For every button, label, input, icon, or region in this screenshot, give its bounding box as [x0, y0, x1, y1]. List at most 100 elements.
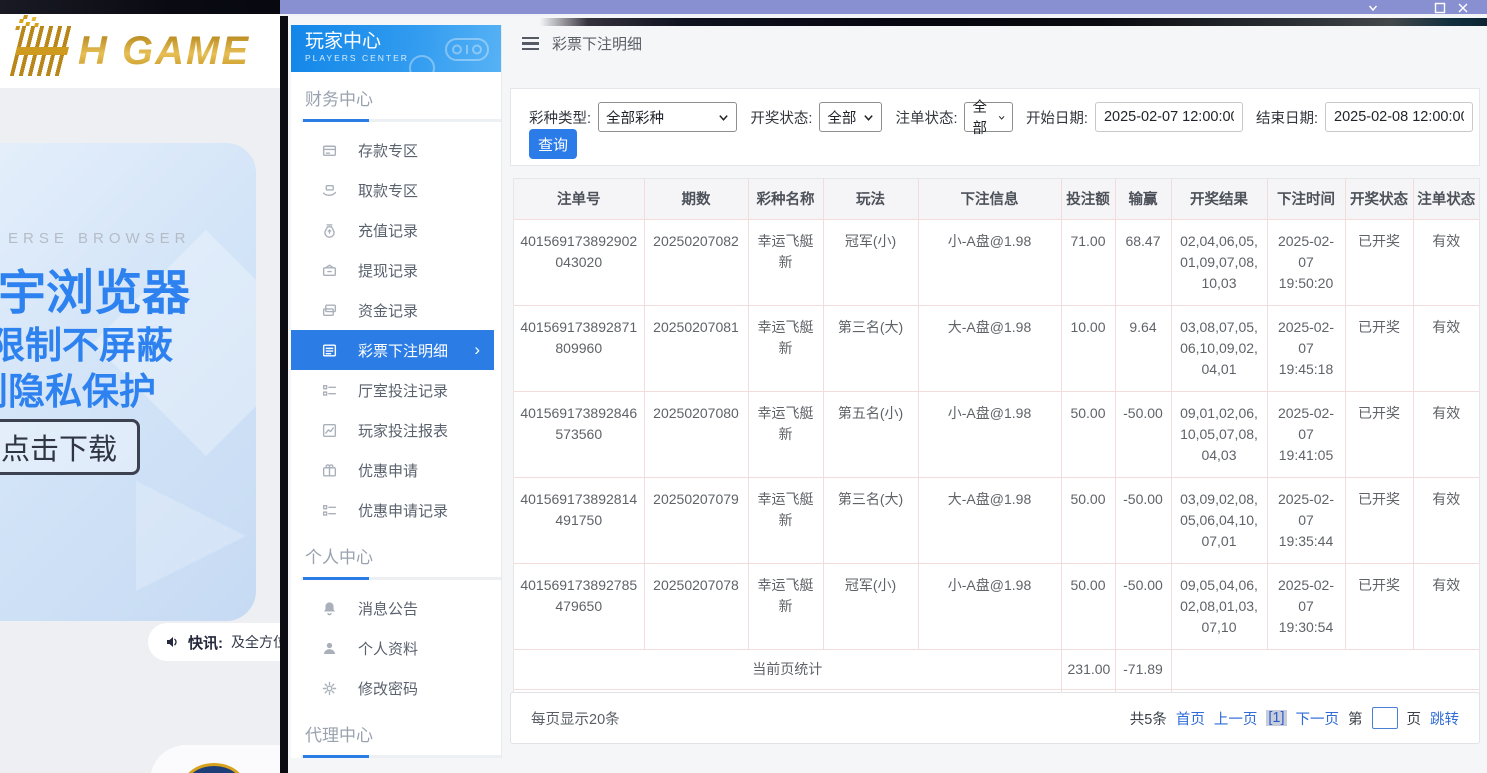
section-underline	[301, 755, 501, 758]
page-stats-label: 当前页统计	[514, 648, 1062, 690]
table-cell: 401569173892785479650	[514, 562, 645, 650]
sidebar-section: 个人中心消息公告个人资料修改密码	[291, 530, 501, 708]
page-stats-bet-total: 231.00	[1060, 648, 1116, 690]
table-cell: 已开奖	[1344, 218, 1414, 306]
table-cell: 已开奖	[1344, 562, 1414, 650]
sidebar-item-label: 优惠申请记录	[358, 502, 449, 520]
lottery-type-select[interactable]: 全部彩种	[598, 102, 738, 132]
table-cell: 20250207079	[643, 476, 749, 564]
table-row[interactable]: 401569173892902043020 20250207082 幸运飞艇新 冠军(…	[514, 218, 1479, 306]
column-header: 彩种名称	[747, 179, 824, 220]
table-cell: 大-A盘@1.98	[917, 304, 1062, 392]
records-icon	[321, 502, 338, 519]
withdraw-icon	[321, 262, 338, 279]
table-row[interactable]: 401569173892814491750 20250207079 幸运飞艇新 第三名…	[514, 476, 1479, 564]
table-cell: 有效	[1412, 304, 1479, 392]
pagination-controls: 共5条 首页 上一页 [1] 下一页 第 页 跳转	[1130, 707, 1459, 729]
column-header: 下注时间	[1266, 179, 1346, 220]
table-cell: 第三名(大)	[822, 476, 919, 564]
sidebar-item-label: 取款专区	[358, 182, 419, 200]
left-body: ERSE BROWSER 宇浏览器 限制不屏蔽 别隐私保护 点击下载 快讯: 及…	[0, 88, 280, 773]
table-cell: 大-A盘@1.98	[917, 476, 1062, 564]
table-cell: 68.47	[1114, 218, 1172, 306]
speaker-icon	[164, 634, 180, 650]
first-page-link[interactable]: 首页	[1176, 708, 1205, 729]
table-cell: 401569173892902043020	[514, 218, 645, 306]
next-page-link[interactable]: 下一页	[1296, 708, 1340, 729]
download-button[interactable]: 点击下载	[0, 419, 140, 475]
sidebar-item-deposit-zone[interactable]: 存款专区	[291, 130, 501, 170]
table-cell: 2025-02-07 19:45:18	[1266, 304, 1346, 392]
prev-page-link[interactable]: 上一页	[1214, 708, 1258, 729]
table-cell: 已开奖	[1344, 476, 1414, 564]
funds-icon	[321, 302, 338, 319]
table-cell: 幸运飞艇新	[747, 562, 824, 650]
column-header: 期数	[643, 179, 749, 220]
ad-subline-2: 别隐私保护	[0, 371, 156, 412]
moneybag-icon	[321, 222, 338, 239]
start-date-label: 开始日期:	[1025, 110, 1088, 127]
page-stats-empty	[1170, 648, 1479, 690]
table-cell: 401569173892871809960	[514, 304, 645, 392]
sidebar-section-title: 代理中心	[305, 726, 373, 745]
sidebar-item-funds-records[interactable]: 资金记录	[291, 290, 501, 330]
order-status-select[interactable]: 全部	[964, 100, 1013, 137]
table-cell: 冠军(小)	[822, 218, 919, 306]
table-cell: 幸运飞艇新	[747, 390, 824, 478]
sidebar-header: 玩家中心 PLAYERS CENTER	[291, 25, 501, 72]
sidebar-item-withdraw-records[interactable]: 提现记录	[291, 250, 501, 290]
start-date-input[interactable]	[1094, 102, 1243, 132]
sidebar-item-label: 个人资料	[358, 640, 419, 658]
sidebar-item-profile[interactable]: 个人资料	[291, 628, 501, 668]
table-row[interactable]: 401569173892785479650 20250207078 幸运飞艇新 冠军(…	[514, 562, 1479, 650]
end-date-input[interactable]	[1325, 102, 1473, 132]
table-row[interactable]: 401569173892846573560 20250207080 幸运飞艇新 第五名…	[514, 390, 1479, 478]
content-titlebar: 彩票下注明细	[522, 33, 642, 54]
table-cell: 小-A盘@1.98	[917, 218, 1062, 306]
draw-status-select[interactable]: 全部	[819, 102, 883, 132]
table-cell: 2025-02-07 19:50:20	[1266, 218, 1346, 306]
table-cell: 03,09,02,08,05,06,04,10,07,01	[1170, 476, 1268, 564]
sidebar-item-messages[interactable]: 消息公告	[291, 588, 501, 628]
sidebar-item-change-password[interactable]: 修改密码	[291, 668, 501, 708]
sidebar-item-withdraw-zone[interactable]: 取款专区	[291, 170, 501, 210]
left-background-region: H GAME ERSE BROWSER 宇浏览器 限制不屏蔽 别隐私保护 点击下…	[0, 0, 280, 773]
maximize-icon[interactable]	[1434, 2, 1446, 14]
jump-button[interactable]: 跳转	[1430, 708, 1459, 729]
close-icon[interactable]	[1457, 2, 1469, 14]
panel-gap	[280, 14, 288, 773]
sidebar-item-player-bet-report[interactable]: 玩家投注报表	[291, 410, 501, 450]
table-cell: 已开奖	[1344, 304, 1414, 392]
column-header: 注单号	[514, 179, 645, 220]
table-cell: -50.00	[1114, 390, 1172, 478]
news-ticker[interactable]: 快讯: 及全方位	[148, 623, 280, 661]
end-date-label: 结束日期:	[1255, 110, 1318, 127]
main-panel: 玩家中心 PLAYERS CENTER 财务中心 存款专区 取款专区 充值记录 提现记录…	[280, 0, 1487, 773]
table-row[interactable]: 401569173892871809960 20250207081 幸运飞艇新 第三名…	[514, 304, 1479, 392]
filter-panel: 彩种类型: 全部彩种 开奖状态: 全部 注单状态: 全部 开始日期: 结束日期:	[510, 88, 1480, 166]
records-icon	[321, 382, 338, 399]
sidebar-item-promo-apply-records[interactable]: 优惠申请记录	[291, 490, 501, 530]
browser-ad-banner[interactable]: ERSE BROWSER 宇浏览器 限制不屏蔽 别隐私保护 点击下载	[0, 143, 256, 621]
jump-prefix-label: 第	[1348, 711, 1363, 728]
table-cell: 幸运飞艇新	[747, 218, 824, 306]
hand-icon	[321, 182, 338, 199]
search-button[interactable]: 查询	[529, 129, 577, 159]
table-cell: 50.00	[1060, 476, 1116, 564]
chevron-down-icon[interactable]	[1367, 2, 1379, 14]
sidebar-item-hall-bet-records[interactable]: 厅室投注记录	[291, 370, 501, 410]
table-cell: 2025-02-07 19:30:54	[1266, 562, 1346, 650]
table-cell: 第五名(小)	[822, 390, 919, 478]
sidebar-item-lottery-bet-details[interactable]: 彩票下注明细 ›	[291, 330, 494, 370]
sidebar-item-label: 消息公告	[358, 600, 419, 618]
window-titlebar	[280, 0, 1487, 16]
page-jump-input[interactable]	[1371, 707, 1398, 729]
floating-widget	[150, 745, 280, 773]
pagination-bar: 每页显示20条 共5条 首页 上一页 [1] 下一页 第 页 跳转	[510, 692, 1480, 744]
gamepad-icon	[443, 31, 491, 67]
sidebar-item-promo-apply[interactable]: 优惠申请	[291, 450, 501, 490]
sidebar-section-title: 个人中心	[305, 548, 373, 567]
sidebar-item-recharge-records[interactable]: 充值记录	[291, 210, 501, 250]
hamburger-menu-icon[interactable]	[522, 36, 539, 51]
ball-logo-icon	[183, 763, 245, 773]
